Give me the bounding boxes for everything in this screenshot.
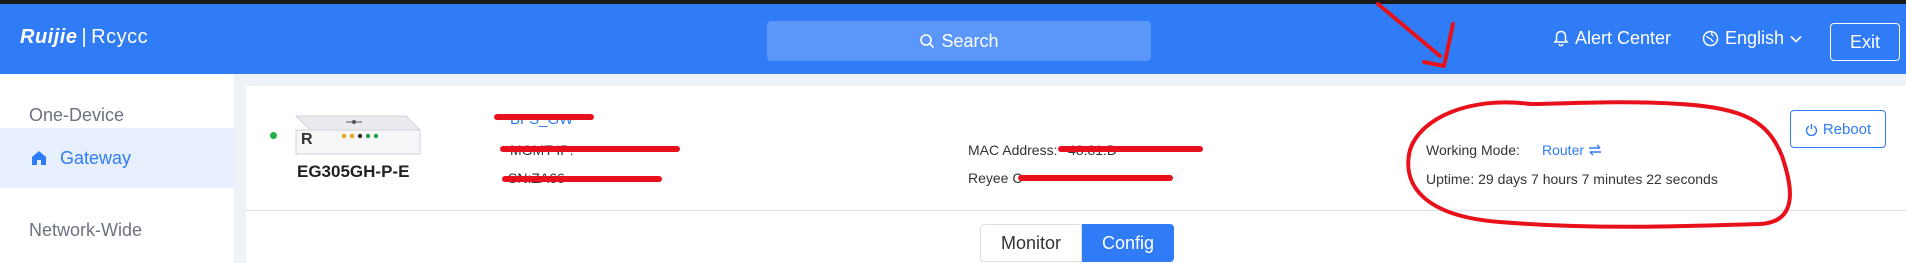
annotation-arrow-shaft <box>1376 2 1442 58</box>
logo: Ruijie | Rcycc <box>20 26 148 49</box>
logo-separator: | <box>81 26 88 48</box>
logo-brand: Ruijie <box>20 26 78 48</box>
home-icon <box>30 149 48 167</box>
search-icon <box>919 33 935 49</box>
mac-address-label: MAC Address: <box>968 142 1058 158</box>
redaction-scribble <box>502 176 662 182</box>
exit-button[interactable]: Exit <box>1830 23 1900 61</box>
logo-product: Rcycc <box>91 26 149 48</box>
redaction-scribble <box>500 146 680 152</box>
annotation-overlay <box>1376 2 1792 229</box>
redaction-scribble <box>1058 146 1203 152</box>
annotation-circle <box>1406 100 1792 229</box>
tab-monitor[interactable]: Monitor <box>980 224 1082 262</box>
device-model: EG305GH-P-E <box>297 162 410 181</box>
search-label: Search <box>941 30 999 51</box>
online-status-dot <box>270 132 277 139</box>
sidebar-item-label: Gateway <box>60 147 132 168</box>
cloud-version-label: Reyee C <box>968 170 1023 186</box>
reboot-label: Reboot <box>1822 120 1872 138</box>
tab-config[interactable]: Config <box>1082 224 1174 262</box>
device-badge: R <box>301 131 313 148</box>
redaction-scribble <box>494 114 594 120</box>
search-bar[interactable]: Search <box>767 21 1151 61</box>
sidebar-section-network-wide[interactable]: Network-Wide <box>29 220 142 241</box>
sidebar-section-one-device[interactable]: One-Device <box>29 105 124 126</box>
redaction-scribble <box>1018 175 1173 181</box>
sidebar: One-Device Gateway Network-Wide <box>0 74 234 263</box>
sidebar-item-gateway[interactable]: Gateway <box>0 128 234 188</box>
